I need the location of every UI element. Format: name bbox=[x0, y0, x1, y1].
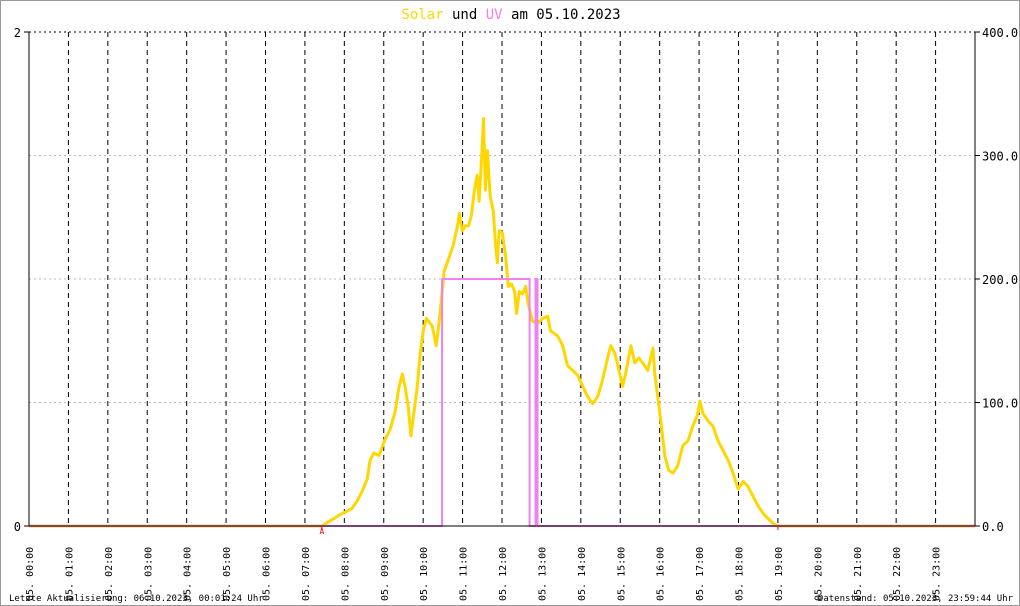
x-tick-label: 05. 21:00 bbox=[853, 547, 864, 601]
x-tick-label: 05. 02:00 bbox=[104, 547, 115, 601]
x-tick-label: 05. 10:00 bbox=[419, 547, 430, 601]
left-tick-label: 2 bbox=[14, 26, 21, 40]
x-tick-label: 05. 09:00 bbox=[380, 547, 391, 601]
left-tick-label: 0 bbox=[14, 520, 21, 534]
x-tick-label: 05. 12:00 bbox=[498, 547, 509, 601]
x-tick-label: 05. 23:00 bbox=[932, 547, 943, 601]
title-solar: Solar bbox=[401, 7, 443, 23]
x-tick-label: 05. 14:00 bbox=[577, 547, 588, 601]
solar-uv-chart: Solar und UV am 05.10.2023 100.0200.0300… bbox=[9, 7, 1018, 604]
x-tick-label: 05. 18:00 bbox=[735, 547, 746, 601]
x-tick-label: 05. 03:00 bbox=[143, 547, 154, 601]
right-tick-label: 100.0 bbox=[982, 397, 1018, 411]
x-tick-label: 05. 04:00 bbox=[183, 547, 194, 601]
title-uv: UV bbox=[486, 7, 503, 23]
x-tick-label: 05. 00:00 bbox=[25, 547, 36, 601]
x-tick-label: 05. 11:00 bbox=[459, 547, 470, 601]
right-tick-label: 200.0 bbox=[982, 273, 1018, 287]
sunrise-marker-label: A bbox=[319, 527, 324, 536]
title-date: am 05.10.2023 bbox=[511, 7, 621, 23]
x-tick-label: 05. 16:00 bbox=[656, 547, 667, 601]
x-tick-label: 05. 20:00 bbox=[813, 547, 824, 601]
x-tick-label: 05. 07:00 bbox=[301, 547, 312, 601]
chart-container: Solar und UV am 05.10.2023 100.0 200.0 300… bbox=[0, 0, 1020, 606]
title-und: und bbox=[452, 7, 477, 23]
x-tick-label: 05. 17:00 bbox=[695, 547, 706, 601]
x-tick-label: 05. 22:00 bbox=[892, 547, 903, 601]
data-status: Datenstand: 05.10.2023, 23:59:44 Uhr bbox=[818, 594, 1014, 604]
x-tick-label: 05. 06:00 bbox=[262, 547, 273, 601]
x-tick-label: 05. 13:00 bbox=[537, 547, 548, 601]
x-tick-label: 05. 05:00 bbox=[222, 547, 233, 601]
chart-title: Solar und UV am 05.10.2023 bbox=[401, 7, 620, 23]
x-tick-label: 05. 08:00 bbox=[340, 547, 351, 601]
right-tick-label: 0.0 bbox=[982, 520, 1004, 534]
right-tick-label: 400.0 bbox=[982, 26, 1018, 40]
x-tick-label: 05. 19:00 bbox=[774, 547, 785, 601]
x-tick-label: 05. 15:00 bbox=[616, 547, 627, 601]
right-tick-label: 300.0 bbox=[982, 150, 1018, 164]
x-tick-label: 05. 01:00 bbox=[64, 547, 75, 601]
last-update: Letzte Aktualisierung: 06.10.2023, 00:01… bbox=[9, 594, 264, 604]
